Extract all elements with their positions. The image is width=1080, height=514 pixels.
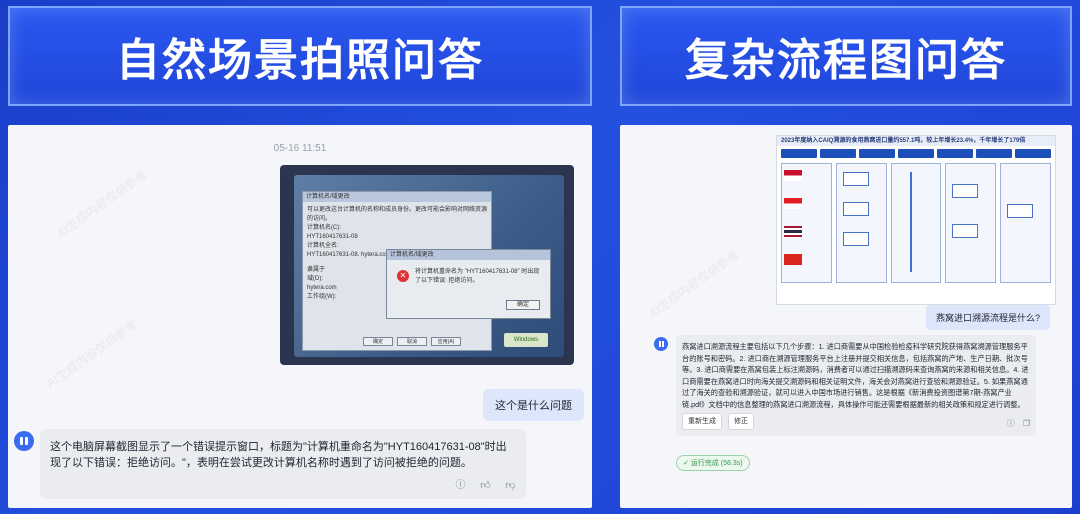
bot-answer: 燕窝进口溯源流程主要包括以下几个步骤：1. 进口商需要从中国检验检疫科学研究院获… bbox=[676, 335, 1036, 436]
photo-error-text: 将计算机重命名为 "HYT160417631-08" 时出现了以下错误: 拒绝访… bbox=[415, 269, 540, 284]
run-status-text: 运行完成 (56.3s) bbox=[690, 460, 743, 467]
flowchart-market-column bbox=[1000, 163, 1051, 283]
check-icon: ✓ bbox=[683, 460, 691, 467]
info-icon[interactable]: ⓘ bbox=[455, 480, 466, 491]
flowchart-node bbox=[842, 172, 869, 186]
indonesia-flag-icon bbox=[784, 198, 802, 209]
flowchart-customs-column bbox=[945, 163, 997, 283]
flowchart-trace-column bbox=[890, 163, 942, 283]
photo-error-ok-button: 确定 bbox=[506, 300, 540, 310]
right-chat-panel: 2023年度纳入CAIQ溯源的食用燕窝进口量约557.1吨，较上年增长23.4%… bbox=[620, 125, 1072, 508]
right-banner-title: 复杂流程图问答 bbox=[685, 35, 1007, 86]
thailand-flag-icon bbox=[784, 226, 802, 237]
photo-dialog-line: 可以更改这台计算机的名称和成员身份。更改可能会影响对网络资源的访问。 bbox=[307, 207, 488, 222]
run-status-badge: ✓ 运行完成 (56.3s) bbox=[676, 455, 750, 471]
bot-message-text: 这个电脑屏幕截图显示了一个错误提示窗口，标题为"计算机重命名为"HYT16041… bbox=[50, 441, 507, 469]
flowchart-title: 2023年度纳入CAIQ溯源的食用燕窝进口量约557.1吨，较上年增长23.4%… bbox=[777, 136, 1055, 146]
flowchart-stage-row bbox=[777, 146, 1055, 161]
bot-message: 这个电脑屏幕截图显示了一个错误提示窗口，标题为"计算机重命名为"HYT16041… bbox=[40, 429, 526, 499]
photo-dialog-line: HYT160417631-08 bbox=[307, 234, 358, 240]
flowchart-node bbox=[842, 202, 869, 216]
photo-dialog-titlebar: 计算机名/域更改 bbox=[303, 192, 491, 202]
message-actions: ⓘ 👍︎ 👎︎ bbox=[455, 480, 516, 491]
photo-ok-button: 确定 bbox=[363, 337, 393, 346]
bot-avatar-icon bbox=[654, 337, 668, 351]
answer-buttons: 重新生成 修正 bbox=[682, 412, 754, 430]
flowchart-node bbox=[952, 184, 979, 198]
regenerate-button[interactable]: 重新生成 bbox=[682, 412, 722, 430]
vietnam-flag-icon bbox=[784, 254, 802, 265]
flowchart-process-column bbox=[835, 163, 887, 283]
thumb-up-icon[interactable]: 👍︎ bbox=[480, 480, 491, 491]
left-banner: 自然场景拍照问答 bbox=[8, 6, 592, 106]
answer-icons: ⓘ ❐ bbox=[1007, 418, 1030, 430]
photo-dialog-line: 计算机名(C): bbox=[307, 225, 341, 231]
edit-button[interactable]: 修正 bbox=[728, 412, 754, 430]
photo-error-dialog: 计算机名/域更改 ✕ 将计算机重命名为 "HYT160417631-08" 时出… bbox=[386, 249, 551, 319]
flowchart-origin-column bbox=[781, 163, 832, 283]
flowchart-node bbox=[842, 232, 869, 246]
right-banner: 复杂流程图问答 bbox=[620, 6, 1072, 106]
left-chat-panel: 05-16 11:51 计算机名/域更改 可以更改这台计算机的名称和成员身份。更… bbox=[8, 125, 592, 508]
bot-avatar-icon bbox=[14, 431, 34, 451]
user-message: 这个是什么问题 bbox=[483, 389, 584, 421]
watermark: AI生成内容仅供参考 bbox=[645, 247, 742, 321]
photo-apply-button: 应用(A) bbox=[431, 337, 461, 346]
flowchart-node bbox=[1007, 204, 1034, 218]
photo-monitor-screen: 计算机名/域更改 可以更改这台计算机的名称和成员身份。更改可能会影响对网络资源的… bbox=[294, 175, 564, 357]
photo-error-titlebar: 计算机名/域更改 bbox=[387, 250, 550, 260]
message-timestamp: 05-16 11:51 bbox=[273, 143, 327, 154]
bot-answer-text: 燕窝进口溯源流程主要包括以下几个步骤：1. 进口商需要从中国检验检疫科学研究院获… bbox=[682, 342, 1029, 409]
photo-taskbar-item: Windows bbox=[504, 333, 548, 347]
photo-cancel-button: 取消 bbox=[397, 337, 427, 346]
user-question: 燕窝进口溯源流程是什么? bbox=[925, 305, 1050, 330]
uploaded-flowchart[interactable]: 2023年度纳入CAIQ溯源的食用燕窝进口量约557.1吨，较上年增长23.4%… bbox=[776, 135, 1056, 305]
uploaded-photo[interactable]: 计算机名/域更改 可以更改这台计算机的名称和成员身份。更改可能会影响对网络资源的… bbox=[280, 165, 574, 365]
info-icon[interactable]: ⓘ bbox=[1007, 418, 1015, 430]
flowchart-arrow bbox=[909, 172, 912, 272]
error-x-icon: ✕ bbox=[397, 270, 409, 282]
thumb-down-icon[interactable]: 👎︎ bbox=[505, 480, 516, 491]
watermark: AI生成内容仅供参考 bbox=[43, 317, 140, 391]
copy-icon[interactable]: ❐ bbox=[1023, 418, 1030, 430]
watermark: AI生成内容仅供参考 bbox=[53, 167, 150, 241]
flowchart-node bbox=[952, 224, 979, 238]
malaysia-flag-icon bbox=[784, 170, 802, 181]
flowchart-columns bbox=[777, 161, 1055, 285]
left-banner-title: 自然场景拍照问答 bbox=[116, 35, 484, 86]
